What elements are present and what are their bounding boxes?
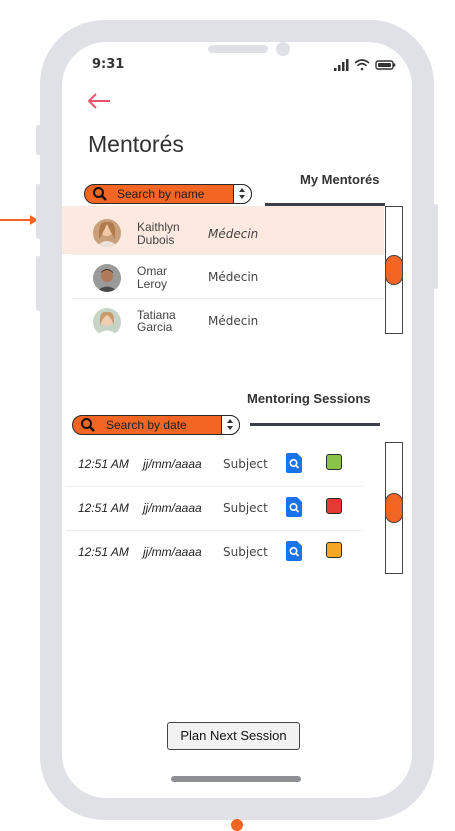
signal-icon	[334, 59, 349, 71]
search-stepper[interactable]	[221, 414, 240, 435]
view-document-icon[interactable]	[286, 541, 302, 561]
search-placeholder: Search by date	[106, 418, 187, 432]
mentores-list: Kaithlyn Dubois Médecin Omar Leroy Médec…	[62, 206, 384, 338]
session-time: 12:51 AM	[78, 457, 129, 471]
side-button-volume-down	[36, 256, 41, 311]
page-title: Mentorés	[88, 131, 184, 157]
session-subject: Subject	[223, 545, 268, 559]
mentore-first-name: Kaithlyn	[137, 220, 180, 234]
camera-notch	[276, 42, 290, 56]
status-indicator	[326, 498, 342, 514]
status-icons	[334, 59, 396, 71]
side-button-volume-up	[36, 184, 41, 239]
avatar	[93, 308, 121, 336]
tab-my-mentores[interactable]: My Mentorés	[300, 172, 379, 187]
search-stepper[interactable]	[233, 183, 252, 204]
connector-dot	[231, 819, 243, 831]
search-by-name-input[interactable]: Search by name	[84, 183, 252, 204]
view-document-icon[interactable]	[286, 453, 302, 473]
status-indicator	[326, 542, 342, 558]
session-subject: Subject	[223, 501, 268, 515]
tab-mentoring-sessions[interactable]: Mentoring Sessions	[247, 391, 371, 406]
session-date: jj/mm/aaaa	[143, 501, 202, 515]
speaker-notch	[208, 45, 268, 53]
mentore-last-name: Dubois	[137, 233, 175, 247]
side-button-mute	[36, 125, 41, 155]
sessions-list: 12:51 AM jj/mm/aaaa Subject 12:51 AM jj/…	[66, 442, 366, 574]
mentore-role: Médecin	[208, 227, 259, 241]
annotation-arrow-icon	[0, 215, 38, 225]
avatar	[93, 219, 121, 247]
battery-icon	[375, 60, 396, 70]
view-document-icon[interactable]	[286, 497, 302, 517]
mentore-role: Médecin	[208, 314, 259, 328]
search-placeholder: Search by name	[117, 187, 205, 201]
session-subject: Subject	[223, 457, 268, 471]
search-icon	[81, 418, 95, 432]
tab-underline	[250, 423, 380, 426]
search-icon	[93, 187, 107, 201]
stepper-arrows-icon	[227, 418, 233, 430]
session-date: jj/mm/aaaa	[143, 457, 202, 471]
session-date: jj/mm/aaaa	[143, 545, 202, 559]
session-time: 12:51 AM	[78, 545, 129, 559]
back-arrow-icon[interactable]	[86, 90, 112, 112]
status-time: 9:31	[92, 57, 125, 72]
mentore-role: Médecin	[208, 270, 259, 284]
status-indicator	[326, 454, 342, 470]
mentore-last-name: Leroy	[137, 277, 168, 291]
avatar	[93, 264, 121, 292]
wifi-icon	[354, 59, 370, 71]
mentores-scroll-thumb[interactable]	[385, 255, 403, 285]
plan-next-session-button[interactable]: Plan Next Session	[167, 722, 300, 750]
session-time: 12:51 AM	[78, 501, 129, 515]
mentore-first-name: Omar	[137, 264, 167, 278]
stepper-arrows-icon	[239, 187, 245, 199]
side-button-power	[433, 204, 438, 289]
search-by-date-input[interactable]: Search by date	[72, 414, 240, 435]
sessions-scroll-thumb[interactable]	[385, 493, 403, 523]
mentore-last-name: Garcia	[137, 320, 173, 334]
home-indicator	[171, 776, 301, 782]
